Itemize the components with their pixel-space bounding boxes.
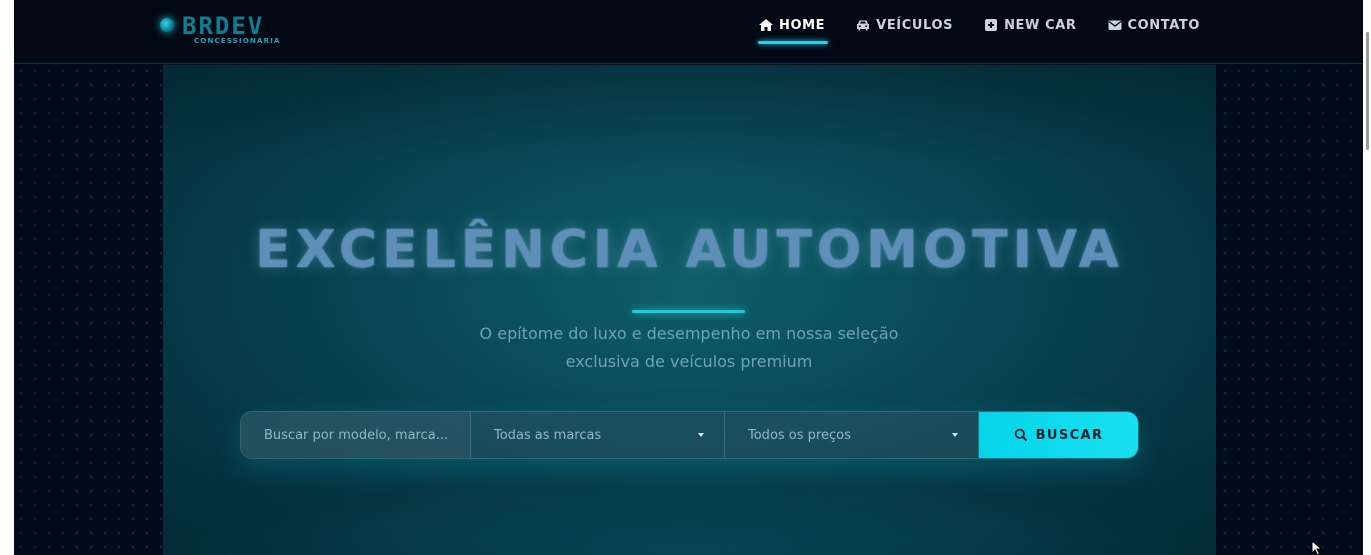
nav-item-label: HOME [779, 17, 826, 33]
main-nav: HOME VEÍCULOS NEW CAR CONTATO [758, 14, 1230, 44]
car-icon [857, 20, 870, 31]
envelope-icon [1108, 20, 1122, 30]
chevron-down-icon [698, 433, 704, 437]
hero-subtitle: O epítome do luxo e desempenho em nossa … [439, 320, 939, 376]
chevron-down-icon [952, 433, 958, 437]
hero-subtitle-line2: exclusiva de veículos premium [565, 352, 813, 371]
logo-subtitle: CONCESSIONÁRIA [194, 37, 281, 45]
plus-square-icon [985, 19, 998, 31]
price-select[interactable]: Todos os preços [725, 412, 979, 458]
hero-section: EXCELÊNCIA AUTOMOTIVA O epítome do luxo … [163, 65, 1216, 555]
search-input[interactable]: Buscar por modelo, marca... [241, 412, 471, 458]
search-button-label: BUSCAR [1035, 427, 1104, 443]
brand-select-value: Todas as marcas [494, 427, 602, 443]
hero-title: EXCELÊNCIA AUTOMOTIVA [255, 220, 1124, 280]
hero-bottom-glow [163, 485, 1216, 555]
scrollbar-thumb[interactable] [1366, 32, 1369, 150]
active-nav-indicator [758, 41, 828, 44]
logo[interactable]: BRDEV CONCESSIONÁRIA [160, 12, 300, 48]
nav-item-home[interactable]: HOME [758, 14, 828, 44]
nav-item-label: CONTATO [1127, 17, 1201, 33]
search-button[interactable]: BUSCAR [979, 412, 1138, 458]
page: BRDEV CONCESSIONÁRIA HOME VEÍCULOS NEW C… [14, 0, 1363, 555]
home-icon [759, 19, 773, 31]
logo-name: BRDEV [182, 12, 265, 40]
search-bar: Buscar por modelo, marca... Todas as mar… [240, 411, 1139, 459]
nav-item-label: VEÍCULOS [876, 17, 954, 33]
nav-item-contato[interactable]: CONTATO [1107, 14, 1201, 36]
window-left-edge [0, 0, 14, 555]
nav-item-veiculos[interactable]: VEÍCULOS [855, 14, 953, 36]
hero-divider [632, 310, 745, 313]
brand-select[interactable]: Todas as marcas [471, 412, 725, 458]
mouse-pointer-icon [1311, 540, 1323, 555]
search-icon [1014, 428, 1027, 442]
nav-item-label: NEW CAR [1004, 17, 1077, 33]
nav-item-new-car[interactable]: NEW CAR [983, 14, 1076, 36]
hero-subtitle-line1: O epítome do luxo e desempenho em nossa … [479, 324, 899, 343]
price-select-value: Todos os preços [748, 427, 851, 443]
navbar: BRDEV CONCESSIONÁRIA HOME VEÍCULOS NEW C… [14, 0, 1363, 64]
logo-orb-icon [160, 18, 174, 32]
